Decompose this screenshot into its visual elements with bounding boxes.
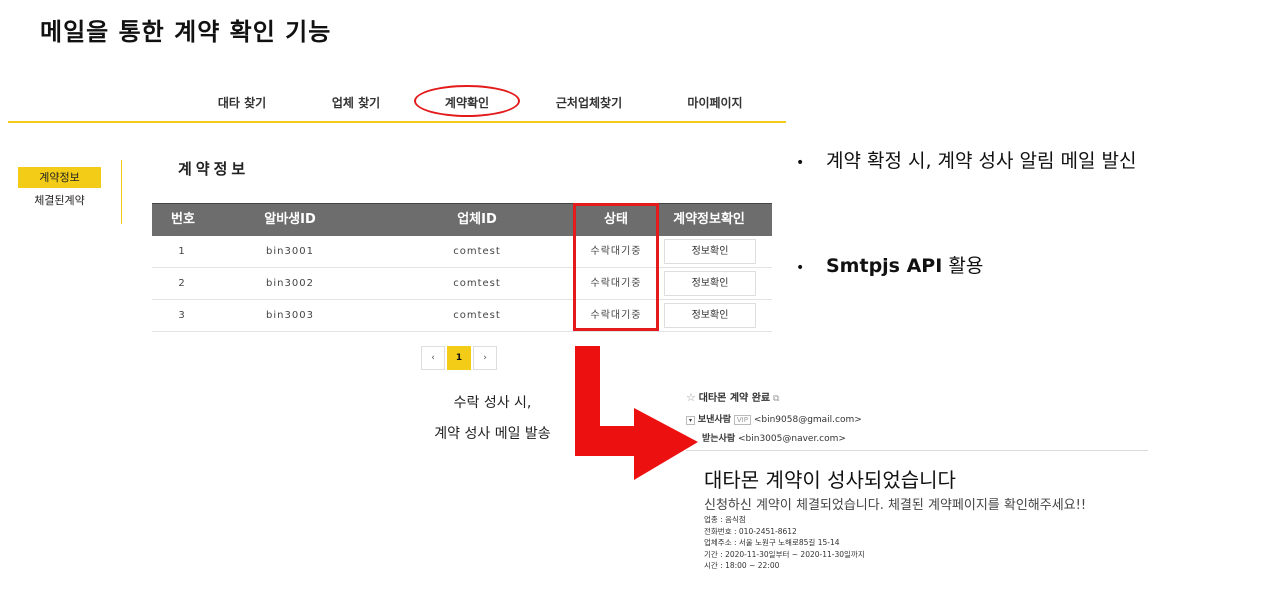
bullet-text: 계약 확정 시, 계약 성사 알림 메일 발신 (826, 150, 1137, 172)
email-body: 신청하신 계약이 체결되었습니다. 체결된 계약페이지를 확인해주세요!! (704, 498, 1087, 513)
top-nav: 대타 찾기 업체 찾기 계약확인 근처업체찾기 마이페이지 (0, 90, 786, 122)
bullet-marker: • (796, 260, 805, 276)
detail-line: 시간 : 18:00 ~ 22:00 (704, 561, 780, 571)
page-1-button[interactable]: 1 (447, 346, 471, 370)
table-row: 3 bin3003 comtest 수락대기중 정보확인 (152, 300, 772, 332)
detail-line: 기간 : 2020-11-30일부터 ~ 2020-11-30일까지 (704, 549, 865, 559)
section-title: 계약정보 (178, 160, 250, 178)
highlight-ellipse (414, 85, 520, 117)
cell-no: 1 (178, 246, 186, 257)
cell-company-id: comtest (453, 310, 501, 321)
status-highlight-box (573, 203, 659, 331)
info-check-button[interactable]: 정보확인 (664, 239, 756, 264)
col-header-worker-id: 알바생ID (264, 212, 316, 227)
nav-mypage[interactable]: 마이페이지 (687, 94, 742, 111)
nav-find-company[interactable]: 업체 찾기 (332, 94, 380, 111)
bullet-marker: • (796, 155, 805, 171)
sidebar-divider (121, 160, 122, 224)
email-title: 대타몬 계약이 성사되었습니다 (704, 468, 956, 492)
table-row: 1 bin3001 comtest 수락대기중 정보확인 (152, 236, 772, 268)
info-check-button[interactable]: 정보확인 (664, 303, 756, 328)
red-arrow-icon (575, 346, 698, 480)
cell-no: 2 (178, 278, 186, 289)
bullet-text: 활용 (942, 255, 984, 277)
bullet-strong-text: Smtpjs API (826, 255, 943, 277)
nav-nearby-company[interactable]: 근처업체찾기 (556, 94, 622, 111)
nav-divider (8, 121, 786, 123)
contract-table: 번호 알바생ID 업체ID 상태 계약정보확인 1 bin3001 comtes… (152, 203, 772, 332)
bullet-mail-send: • 계약 확정 시, 계약 성사 알림 메일 발신 (796, 146, 1137, 173)
cell-no: 3 (178, 310, 186, 321)
email-divider (686, 450, 1148, 451)
info-check-button[interactable]: 정보확인 (664, 271, 756, 296)
col-header-company-id: 업체ID (457, 212, 497, 227)
sidebar-item-contract-info[interactable]: 계약정보 (18, 167, 101, 188)
cell-worker-id: bin3002 (266, 278, 314, 289)
slide-title: 메일을 통한 계약 확인 기능 (40, 18, 332, 46)
sender-label: 보낸사람 (697, 415, 731, 425)
next-page-button[interactable]: › (473, 346, 497, 370)
col-header-no: 번호 (171, 212, 195, 227)
caption-line-1: 수락 성사 시, (453, 395, 532, 411)
email-details: 업종 : 음식점 전화번호 : 010-2451-8612 업체주소 : 서울 … (704, 514, 865, 572)
detail-line: 업종 : 음식점 (704, 515, 746, 524)
vip-badge: VIP (733, 415, 751, 425)
cell-worker-id: bin3001 (266, 246, 314, 257)
bullet-smtpjs: • Smtpjs API 활용 (796, 251, 983, 278)
email-subject: 대타몬 계약 완료 (698, 393, 771, 404)
detail-line: 전화번호 : 010-2451-8612 (704, 526, 797, 536)
star-icon[interactable]: ☆ (686, 391, 696, 404)
detail-line: 업체주소 : 서울 노원구 노해로85길 15-14 (704, 538, 840, 548)
receiver-label: 받는사람 (702, 434, 736, 444)
receiver-address[interactable]: <bin3005@naver.com> (738, 434, 846, 444)
cell-company-id: comtest (453, 278, 501, 289)
sidebar-item-signed-contracts[interactable]: 체결된계약 (18, 192, 101, 208)
cell-worker-id: bin3003 (266, 310, 314, 321)
prev-page-button[interactable]: ‹ (421, 346, 445, 370)
cell-company-id: comtest (453, 246, 501, 257)
table-row: 2 bin3002 comtest 수락대기중 정보확인 (152, 268, 772, 300)
copy-icon[interactable]: ⧉ (773, 394, 779, 404)
pagination: ‹ 1 › (421, 346, 497, 370)
caption-line-2: 계약 성사 메일 발송 (434, 426, 551, 442)
nav-find-substitute[interactable]: 대타 찾기 (218, 94, 266, 111)
email-header: ☆ 대타몬 계약 완료 ⧉ ▾ 보낸사람 VIP <bin9058@gmail.… (686, 389, 862, 444)
expand-icon[interactable]: ▾ (686, 416, 695, 425)
table-header: 번호 알바생ID 업체ID 상태 계약정보확인 (152, 203, 772, 236)
sender-address[interactable]: <bin9058@gmail.com> (754, 415, 862, 425)
col-header-contract-check: 계약정보확인 (673, 212, 745, 227)
